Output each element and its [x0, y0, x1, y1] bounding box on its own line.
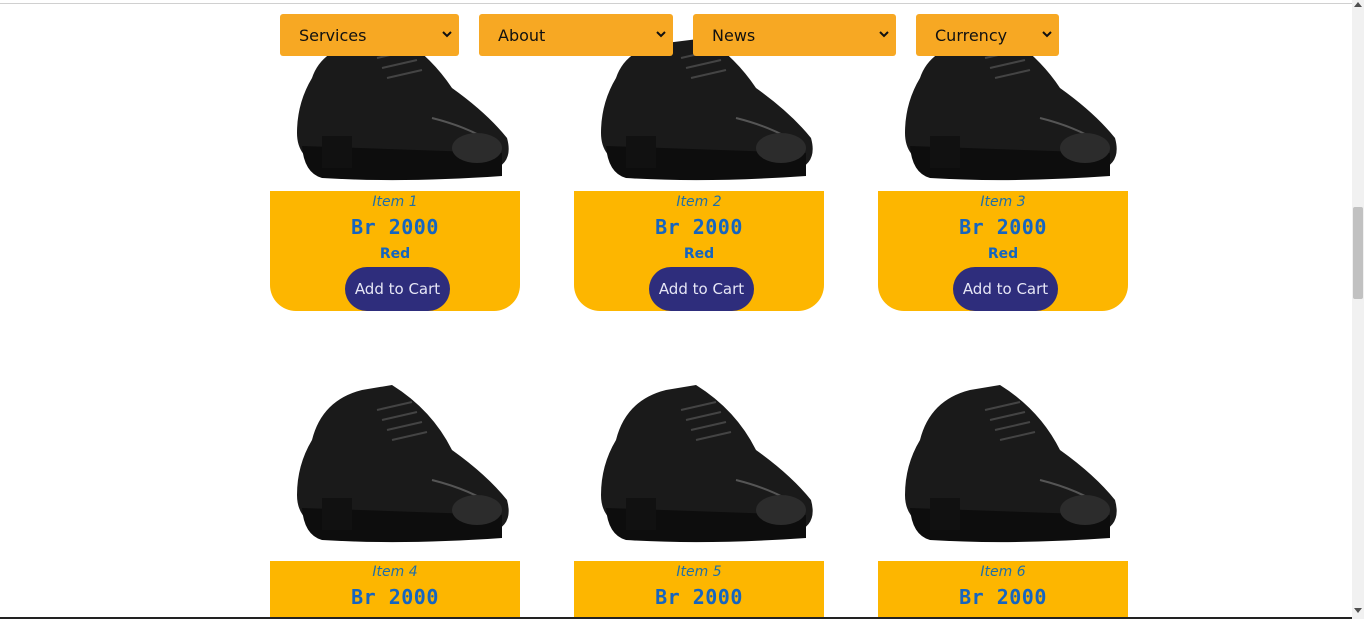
- product-color: Red: [987, 246, 1019, 262]
- chevron-down-icon: [879, 31, 889, 38]
- product-info-panel: Item 6 Br 2000: [878, 561, 1128, 619]
- news-label: News: [712, 25, 756, 45]
- about-label: About: [498, 25, 546, 45]
- chevron-down-icon: [1042, 31, 1052, 38]
- product-price: Br 2000: [959, 585, 1047, 609]
- shoe-image: [905, 385, 1117, 543]
- product-price: Br 2000: [655, 585, 743, 609]
- shoe-image: [297, 385, 509, 543]
- vertical-scrollbar[interactable]: [1352, 0, 1364, 619]
- scroll-up-arrow-icon[interactable]: [1354, 2, 1362, 7]
- product-info-panel: Item 3 Br 2000 Red Add to Cart: [878, 191, 1128, 311]
- about-dropdown[interactable]: About: [479, 14, 673, 56]
- product-info-panel: Item 1 Br 2000 Red Add to Cart: [270, 191, 520, 311]
- product-name: Item 4: [372, 564, 418, 580]
- product-name: Item 3: [980, 194, 1026, 210]
- currency-label: Currency: [935, 25, 1008, 45]
- chevron-down-icon: [656, 31, 666, 38]
- product-name: Item 1: [372, 194, 418, 210]
- product-price: Br 2000: [351, 585, 439, 609]
- top-divider: [0, 3, 1352, 4]
- product-info-panel: Item 2 Br 2000 Red Add to Cart: [574, 191, 824, 311]
- currency-dropdown[interactable]: Currency: [916, 14, 1059, 56]
- news-dropdown[interactable]: News: [693, 14, 896, 56]
- chevron-down-icon: [442, 31, 452, 38]
- product-price: Br 2000: [959, 215, 1047, 239]
- product-price: Br 2000: [351, 215, 439, 239]
- product-name: Item 2: [676, 194, 722, 210]
- product-color: Red: [379, 246, 411, 262]
- services-dropdown[interactable]: Services: [280, 14, 459, 56]
- product-price: Br 2000: [655, 215, 743, 239]
- product-name: Item 6: [980, 564, 1026, 580]
- add-to-cart-button[interactable]: Add to Cart: [953, 267, 1058, 311]
- add-to-cart-button[interactable]: Add to Cart: [345, 267, 450, 311]
- product-info-panel: Item 4 Br 2000: [270, 561, 520, 619]
- scrollbar-thumb[interactable]: [1353, 207, 1363, 299]
- services-label: Services: [299, 25, 367, 45]
- shoe-image: [601, 385, 813, 543]
- product-name: Item 5: [676, 564, 722, 580]
- product-info-panel: Item 5 Br 2000: [574, 561, 824, 619]
- add-to-cart-button[interactable]: Add to Cart: [649, 267, 754, 311]
- product-color: Red: [683, 246, 715, 262]
- scroll-down-arrow-icon[interactable]: [1354, 608, 1362, 613]
